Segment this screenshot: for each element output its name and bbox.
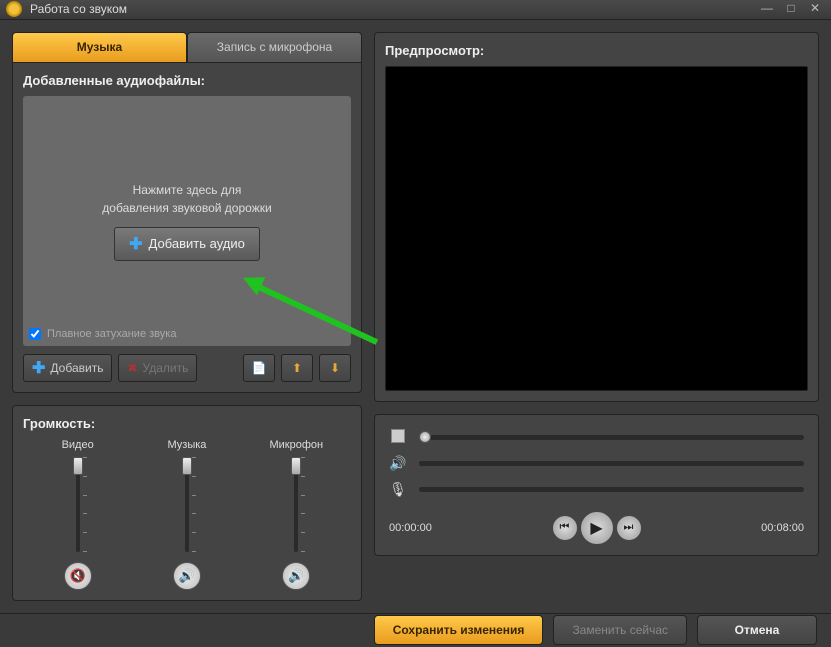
- save-button[interactable]: Сохранить изменения: [374, 615, 544, 645]
- volume-mic-col: Микрофон 🔊: [251, 439, 341, 590]
- preview-title: Предпросмотр:: [385, 43, 808, 58]
- mic-track-slider[interactable]: [419, 487, 804, 492]
- added-files-panel: Добавленные аудиофайлы: Нажмите здесь дл…: [12, 62, 362, 393]
- skip-forward-icon: ⏭: [624, 521, 634, 534]
- window-title: Работа со звуком: [30, 2, 753, 16]
- left-column: Музыка Запись с микрофона Добавленные ау…: [12, 32, 362, 601]
- video-track-row: [389, 425, 804, 451]
- tab-music[interactable]: Музыка: [12, 32, 187, 62]
- add-file-label: Добавить: [50, 361, 103, 375]
- tracks-panel: 🔊 🎙 00:00:00 ⏮ ▶ ⏭ 00:08:00: [374, 414, 819, 556]
- sound-editor-window: Работа со звуком — □ ✕ Музыка Запись с м…: [0, 0, 831, 647]
- volume-video-label: Видео: [62, 439, 94, 451]
- video-preview: [385, 66, 808, 391]
- volume-panel: Громкость: Видео 🔇 Музыка: [12, 405, 362, 601]
- hint-line-2: добавления звуковой дорожки: [102, 201, 271, 215]
- right-column: Предпросмотр: 🔊 🎙 00:00:00: [374, 32, 819, 601]
- volume-mic-label: Микрофон: [270, 439, 324, 451]
- move-up-button[interactable]: ⬆: [281, 354, 313, 382]
- minimize-icon[interactable]: —: [757, 1, 777, 17]
- audio-track-row: 🔊: [389, 451, 804, 477]
- titlebar: Работа со звуком — □ ✕: [0, 0, 831, 20]
- close-icon[interactable]: ✕: [805, 1, 825, 17]
- add-file-button[interactable]: ✚ Добавить: [23, 354, 112, 382]
- audio-dropzone[interactable]: Нажмите здесь для добавления звуковой до…: [23, 96, 351, 346]
- plus-icon: ✚: [32, 358, 45, 378]
- move-down-button[interactable]: ⬇: [319, 354, 351, 382]
- mute-music-button[interactable]: 🔊: [173, 562, 201, 590]
- delete-file-label: Удалить: [143, 361, 189, 375]
- dropzone-hint: Нажмите здесь для добавления звуковой до…: [102, 181, 271, 217]
- speaker-icon: 🔊: [389, 455, 407, 472]
- arrow-up-icon: ⬆: [292, 361, 302, 375]
- replace-now-button[interactable]: Заменить сейчас: [553, 615, 687, 645]
- volume-music-slider[interactable]: [172, 457, 202, 552]
- cancel-button[interactable]: Отмена: [697, 615, 817, 645]
- fade-checkbox-row[interactable]: Плавное затухание звука: [29, 328, 176, 340]
- maximize-icon[interactable]: □: [781, 1, 801, 17]
- speaker-icon: 🔊: [288, 568, 304, 584]
- added-files-title: Добавленные аудиофайлы:: [23, 73, 351, 88]
- next-button[interactable]: ⏭: [616, 515, 642, 541]
- plus-icon: ✚: [129, 234, 142, 254]
- playback-controls: ⏮ ▶ ⏭: [552, 511, 642, 545]
- volume-music-label: Музыка: [168, 439, 207, 451]
- tabs: Музыка Запись с микрофона: [12, 32, 362, 62]
- volume-mic-slider[interactable]: [281, 457, 311, 552]
- total-time: 00:08:00: [761, 522, 804, 534]
- hint-line-1: Нажмите здесь для: [133, 183, 242, 197]
- arrow-down-icon: ⬇: [330, 361, 340, 375]
- fade-label: Плавное затухание звука: [47, 328, 176, 340]
- speaker-icon: 🔊: [179, 568, 195, 584]
- speaker-muted-icon: 🔇: [70, 568, 86, 584]
- mute-mic-button[interactable]: 🔊: [282, 562, 310, 590]
- prev-button[interactable]: ⏮: [552, 515, 578, 541]
- x-icon: ✖: [127, 361, 137, 375]
- microphone-icon: 🎙: [389, 481, 407, 498]
- play-icon: ▶: [590, 518, 602, 538]
- skip-back-icon: ⏮: [560, 521, 570, 534]
- preview-panel: Предпросмотр:: [374, 32, 819, 402]
- mute-video-button[interactable]: 🔇: [64, 562, 92, 590]
- app-icon: [6, 1, 22, 17]
- video-track-slider[interactable]: [419, 435, 804, 440]
- edit-file-button[interactable]: 📄: [243, 354, 275, 382]
- play-button[interactable]: ▶: [580, 511, 614, 545]
- film-icon: [389, 429, 407, 446]
- delete-file-button[interactable]: ✖ Удалить: [118, 354, 197, 382]
- add-audio-button[interactable]: ✚ Добавить аудио: [114, 227, 260, 261]
- time-row: 00:00:00 ⏮ ▶ ⏭ 00:08:00: [389, 511, 804, 545]
- volume-music-col: Музыка 🔊: [142, 439, 232, 590]
- volume-video-slider[interactable]: [63, 457, 93, 552]
- current-time: 00:00:00: [389, 522, 432, 534]
- fade-checkbox[interactable]: [29, 328, 41, 340]
- add-audio-label: Добавить аудио: [149, 236, 245, 251]
- mic-track-row: 🎙: [389, 477, 804, 503]
- content-area: Музыка Запись с микрофона Добавленные ау…: [0, 20, 831, 613]
- volume-columns: Видео 🔇 Музыка 🔊: [23, 439, 351, 590]
- tab-microphone[interactable]: Запись с микрофона: [187, 32, 362, 62]
- file-toolbar: ✚ Добавить ✖ Удалить 📄 ⬆ ⬇: [23, 354, 351, 382]
- volume-title: Громкость:: [23, 416, 351, 431]
- edit-icon: 📄: [252, 361, 267, 375]
- volume-video-col: Видео 🔇: [33, 439, 123, 590]
- audio-track-slider[interactable]: [419, 461, 804, 466]
- bottom-bar: Сохранить изменения Заменить сейчас Отме…: [0, 613, 831, 647]
